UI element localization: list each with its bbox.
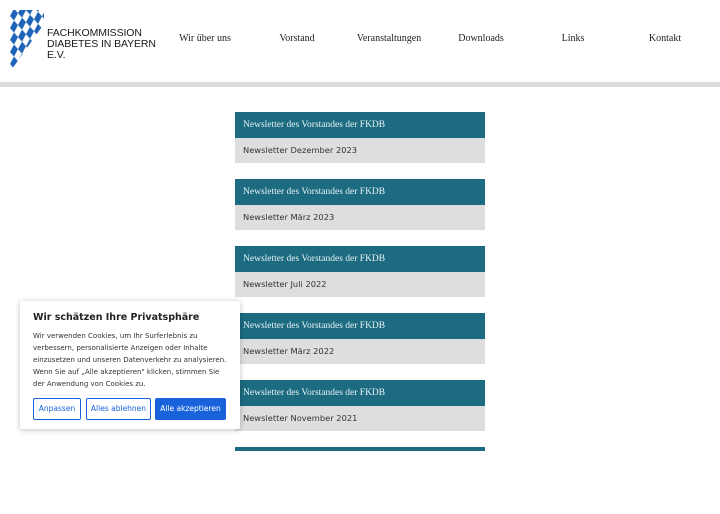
nav-item-veranstaltungen[interactable]: Veranstaltungen (357, 33, 421, 44)
nav-item-links[interactable]: Links (562, 33, 585, 44)
cookie-text: Wir verwenden Cookies, um Ihr Surferlebn… (33, 332, 227, 388)
cookie-title: Wir schätzen Ihre Privatsphäre (33, 312, 200, 323)
newsletter-card: Newsletter des Vorstandes der FKDB Newsl… (235, 112, 485, 163)
site-header: FACHKOMMISSION DIABETES IN BAYERN E.V. W… (0, 0, 720, 82)
header-divider (0, 82, 720, 87)
bavarian-lozenge-logo-icon (10, 10, 44, 72)
newsletter-link[interactable]: Newsletter Dezember 2023 (235, 138, 485, 163)
cookie-consent-banner: Wir schätzen Ihre Privatsphäre Wir verwe… (20, 301, 240, 429)
newsletter-card-heading-partial (235, 447, 485, 451)
customize-cookies-button[interactable]: Anpassen (33, 398, 81, 420)
newsletter-link[interactable]: Newsletter März 2023 (235, 205, 485, 230)
newsletter-card-heading: Newsletter des Vorstandes der FKDB (235, 380, 485, 406)
nav-item-wir-ueber-uns[interactable]: Wir über uns (179, 33, 231, 44)
nav-item-downloads[interactable]: Downloads (458, 33, 504, 44)
newsletter-card: Newsletter des Vorstandes der FKDB Newsl… (235, 179, 485, 230)
newsletter-card-partial (235, 447, 485, 498)
newsletter-link[interactable]: Newsletter März 2022 (235, 339, 485, 364)
main-navigation: Wir über uns Vorstand Veranstaltungen Do… (165, 33, 720, 47)
newsletter-card: Newsletter des Vorstandes der FKDB Newsl… (235, 313, 485, 364)
nav-item-kontakt[interactable]: Kontakt (649, 33, 681, 44)
newsletter-card: Newsletter des Vorstandes der FKDB Newsl… (235, 380, 485, 431)
newsletter-link[interactable]: Newsletter November 2021 (235, 406, 485, 431)
logo-text: FACHKOMMISSION DIABETES IN BAYERN E.V. (47, 28, 170, 61)
newsletter-list: Newsletter des Vorstandes der FKDB Newsl… (235, 112, 485, 514)
newsletter-card: Newsletter des Vorstandes der FKDB Newsl… (235, 246, 485, 297)
newsletter-card-heading: Newsletter des Vorstandes der FKDB (235, 179, 485, 205)
newsletter-card-heading: Newsletter des Vorstandes der FKDB (235, 246, 485, 272)
site-logo[interactable]: FACHKOMMISSION DIABETES IN BAYERN E.V. (10, 10, 170, 72)
logo-line-2: DIABETES IN BAYERN E.V. (47, 38, 156, 61)
newsletter-link[interactable]: Newsletter Juli 2022 (235, 272, 485, 297)
reject-all-cookies-button[interactable]: Alles ablehnen (86, 398, 151, 420)
nav-item-vorstand[interactable]: Vorstand (279, 33, 314, 44)
accept-all-cookies-button[interactable]: Alle akzeptieren (155, 398, 226, 420)
newsletter-card-heading: Newsletter des Vorstandes der FKDB (235, 313, 485, 339)
newsletter-card-heading: Newsletter des Vorstandes der FKDB (235, 112, 485, 138)
